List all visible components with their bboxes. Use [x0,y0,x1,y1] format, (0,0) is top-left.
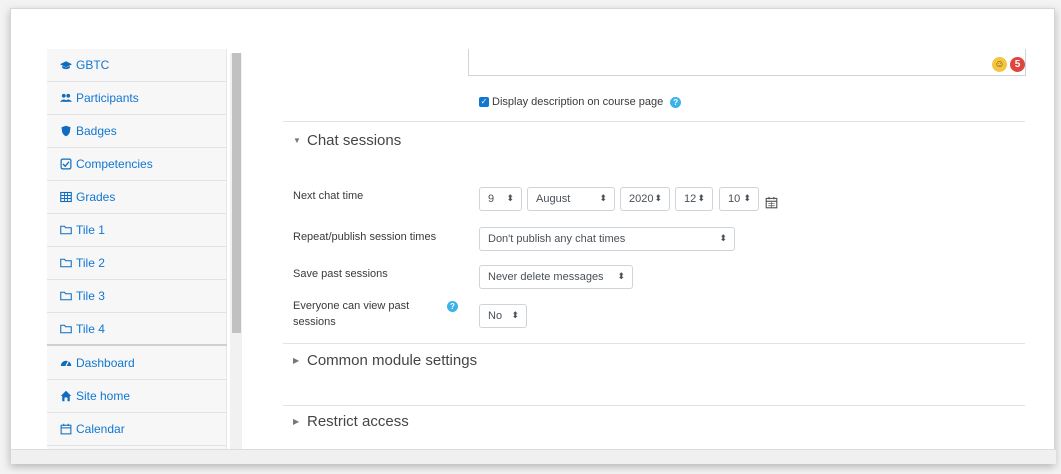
calendar-icon [59,423,73,435]
next-chat-time-label: Next chat time [293,190,364,202]
sidebar-item-label: Calendar [76,422,125,436]
save-past-sessions-value: Never delete messages [488,271,604,283]
month-value: August [536,193,571,205]
sidebar-item-participants[interactable]: Participants [47,82,227,115]
tachometer-icon [59,357,73,369]
hour-value: 12 [684,193,697,205]
window-bottom-bar [11,449,1056,464]
home-icon [59,390,73,402]
folder-icon [59,290,73,302]
users-icon [59,92,73,104]
everyone-can-view-label: Everyone can view past sessions [293,298,409,330]
sidebar-item-label: Dashboard [76,356,135,370]
restrict-access-header[interactable]: ▶ Restrict access [293,413,409,430]
sidebar-item-site-home[interactable]: Site home [47,380,227,413]
sidebar-item-label: Tile 1 [76,223,105,237]
save-past-sessions-select[interactable]: Never delete messages ⬍ [479,265,633,289]
folder-icon [59,257,73,269]
year-value: 2020 [629,193,654,205]
display-description-label[interactable]: Display description on course page [492,96,663,108]
description-editor[interactable]: ☺ 5 [468,49,1026,76]
sidebar-item-label: Site home [76,389,131,403]
minute-select[interactable]: 10 ⬍ [719,187,759,211]
section-title: Common module settings [307,352,478,369]
year-select[interactable]: 2020 ⬍ [620,187,670,211]
sidebar-item-competencies[interactable]: Competencies [47,148,227,181]
sidebar-item-label: GBTC [76,58,110,72]
everyone-can-view-value: No [488,310,503,322]
notification-badge[interactable]: 5 [1010,57,1025,72]
browser-window: GBTC Participants Badges Competencies Gr… [10,8,1056,464]
sidebar-item-tile-1[interactable]: Tile 1 [47,214,227,247]
save-past-sessions-label: Save past sessions [293,268,388,280]
sidebar-item-grades[interactable]: Grades [47,181,227,214]
minute-value: 10 [728,193,741,205]
calendar-icon[interactable] [765,196,778,209]
shield-icon [59,125,73,137]
label-line-1: Everyone can view past [293,300,410,312]
repeat-publish-value: Don't publish any chat times [488,233,626,245]
repeat-publish-label: Repeat/publish session times [293,231,437,243]
select-arrow-icon: ⬍ [511,310,519,320]
sidebar-item-label: Grades [76,190,116,204]
help-icon[interactable]: ? [670,96,682,108]
screen: GBTC Participants Badges Competencies Gr… [0,0,1061,474]
select-arrow-icon: ⬍ [506,193,514,203]
sidebar-item-label: Tile 3 [76,289,105,303]
sidebar-item-gbtc[interactable]: GBTC [47,49,227,82]
sidebar-item-tile-4[interactable]: Tile 4 [47,313,227,346]
smiley-icon[interactable]: ☺ [992,57,1007,72]
chat-sessions-header[interactable]: ▼ Chat sessions [293,132,401,149]
sidebar-item-tile-2[interactable]: Tile 2 [47,247,227,280]
table-icon [59,191,73,203]
sidebar-scrollbar[interactable] [230,53,242,449]
repeat-publish-select[interactable]: Don't publish any chat times ⬍ [479,227,735,251]
hour-select[interactable]: 12 ⬍ [675,187,713,211]
sidebar-item-tile-3[interactable]: Tile 3 [47,280,227,313]
day-select[interactable]: 9 ⬍ [479,187,522,211]
select-arrow-icon: ⬍ [719,233,727,243]
label-line-2: sessions [293,316,336,328]
select-arrow-icon: ⬍ [599,193,607,203]
select-arrow-icon: ⬍ [617,271,625,281]
caret-right-icon: ▶ [293,356,300,365]
section-title: Chat sessions [307,132,402,149]
folder-icon [59,322,73,334]
sidebar-scroll-thumb[interactable] [232,53,241,333]
sidebar-item-label: Tile 2 [76,256,105,270]
day-value: 9 [488,193,495,205]
check-square-icon [59,158,73,170]
select-arrow-icon: ⬍ [654,193,662,203]
sidebar-item-badges[interactable]: Badges [47,115,227,148]
divider [283,405,1025,406]
month-select[interactable]: August ⬍ [527,187,615,211]
display-description-checkbox[interactable]: ✓ [479,97,489,107]
sidebar-item-label: Badges [76,124,117,138]
main-content: ☺ 5 ✓ Display description on course page… [255,49,1045,449]
sidebar-item-dashboard[interactable]: Dashboard [47,347,227,380]
sidebar-item-label: Tile 4 [76,321,105,336]
select-arrow-icon: ⬍ [697,193,705,203]
caret-right-icon: ▶ [293,417,300,426]
sidebar-item-calendar[interactable]: Calendar [47,413,227,446]
help-icon[interactable]: ? [447,301,458,312]
graduation-cap-icon [59,59,73,71]
display-description-row: ✓ Display description on course page ? [479,96,682,108]
sidebar-item-label: Competencies [76,157,153,171]
divider [283,343,1025,344]
sidebar-item-label: Participants [76,91,139,105]
caret-down-icon: ▼ [293,136,301,145]
course-nav-drawer: GBTC Participants Badges Competencies Gr… [47,49,227,449]
everyone-can-view-select[interactable]: No ⬍ [479,304,527,328]
divider [283,121,1025,122]
section-title: Restrict access [307,413,409,430]
select-arrow-icon: ⬍ [743,193,751,203]
folder-icon [59,224,73,236]
common-module-settings-header[interactable]: ▶ Common module settings [293,352,477,369]
